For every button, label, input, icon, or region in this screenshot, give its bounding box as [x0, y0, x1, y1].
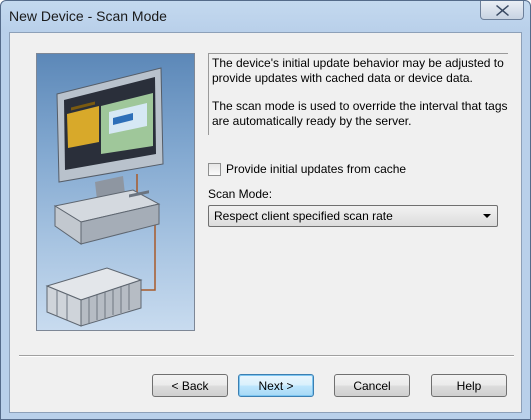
dialog-content: The device's initial update behavior may… [9, 32, 522, 413]
device-illustration [36, 53, 195, 331]
dialog-window: New Device - Scan Mode The device's init… [0, 0, 531, 420]
help-button[interactable]: Help [431, 374, 507, 397]
cancel-button[interactable]: Cancel [334, 374, 410, 397]
description-text: The device's initial update behavior may… [208, 53, 508, 135]
scan-mode-value: Respect client specified scan rate [214, 209, 393, 223]
scan-mode-label: Scan Mode: [208, 187, 273, 201]
next-button[interactable]: Next > [238, 374, 314, 397]
initial-updates-label[interactable]: Provide initial updates from cache [226, 162, 406, 176]
window-title: New Device - Scan Mode [9, 8, 167, 24]
title-bar[interactable]: New Device - Scan Mode [1, 1, 530, 33]
close-button[interactable] [480, 1, 524, 20]
description-paragraph-2: The scan mode is used to override the in… [212, 99, 508, 128]
initial-updates-option[interactable]: Provide initial updates from cache [208, 161, 406, 177]
close-icon [496, 5, 509, 16]
separator [19, 355, 514, 357]
initial-updates-checkbox[interactable] [208, 162, 221, 176]
back-button[interactable]: < Back [152, 374, 228, 397]
scan-mode-select[interactable]: Respect client specified scan rate [208, 205, 498, 227]
description-paragraph-1: The device's initial update behavior may… [212, 56, 504, 85]
chevron-down-icon [483, 214, 491, 218]
